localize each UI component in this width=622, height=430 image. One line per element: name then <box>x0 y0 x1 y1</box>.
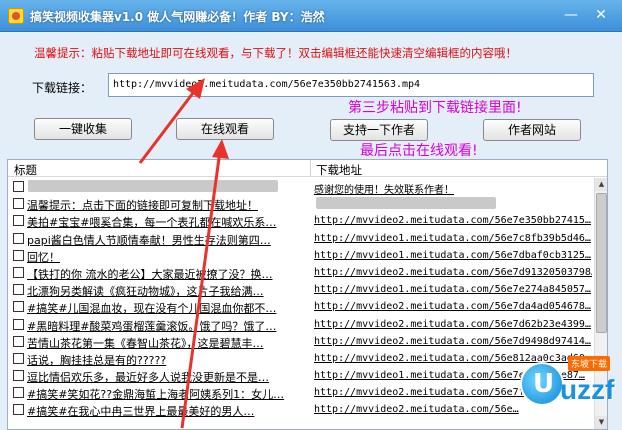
close-button[interactable]: ✕ <box>590 5 612 25</box>
site-watermark: uzzf 东坡下载 <box>520 352 618 424</box>
title-bar: 搞笑视频收集器v1.0 做人气网赚必备！作者 BY：浩然 — ✕ <box>0 0 622 32</box>
app-icon <box>8 8 24 24</box>
window-title: 搞笑视频收集器v1.0 做人气网赚必备！作者 BY：浩然 <box>30 10 325 24</box>
minimize-button[interactable]: — <box>560 5 582 25</box>
watermark-badge: 东坡下载 <box>568 356 611 371</box>
watermark-brand: uzzf <box>560 374 615 405</box>
arrow-to-watch-button-icon <box>180 139 229 429</box>
arrow-to-url-field-icon <box>138 78 205 164</box>
watermark-logo-icon <box>520 362 564 406</box>
